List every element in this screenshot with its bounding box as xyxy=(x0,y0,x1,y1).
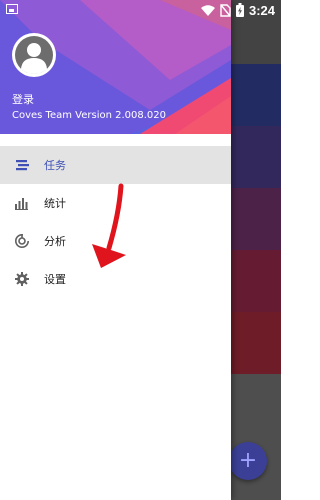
menu-item-label: 统计 xyxy=(44,197,66,210)
plus-icon: + xyxy=(238,448,258,473)
status-time: 3:24 xyxy=(248,2,275,18)
navigation-drawer: 登录 Coves Team Version 2.008.020 任务 统计 分析… xyxy=(0,0,231,500)
gear-icon xyxy=(15,272,29,286)
login-link[interactable]: 登录 xyxy=(12,91,34,107)
battery-charging-icon xyxy=(235,3,244,17)
avatar[interactable] xyxy=(12,33,56,77)
drawer-header: 登录 Coves Team Version 2.008.020 xyxy=(0,0,231,134)
wifi-icon xyxy=(200,4,215,16)
add-fab-button[interactable]: + xyxy=(229,442,267,480)
drawer-menu: 任务 统计 分析 设置 xyxy=(0,146,231,298)
menu-item-label: 分析 xyxy=(44,235,66,248)
analysis-icon xyxy=(15,234,29,248)
no-sim-icon xyxy=(220,3,231,17)
status-bar: 3:24 xyxy=(0,0,281,20)
menu-item-label: 任务 xyxy=(44,159,66,172)
menu-item-label: 设置 xyxy=(44,273,66,286)
menu-item-tasks[interactable]: 任务 xyxy=(0,146,231,184)
version-text: Coves Team Version 2.008.020 xyxy=(12,110,167,121)
menu-item-settings[interactable]: 设置 xyxy=(0,260,231,298)
menu-item-analysis[interactable]: 分析 xyxy=(0,222,231,260)
tasks-icon xyxy=(16,160,29,171)
menu-item-statistics[interactable]: 统计 xyxy=(0,184,231,222)
user-icon xyxy=(15,36,53,74)
image-icon xyxy=(6,4,18,14)
bar-chart-icon xyxy=(15,198,28,210)
